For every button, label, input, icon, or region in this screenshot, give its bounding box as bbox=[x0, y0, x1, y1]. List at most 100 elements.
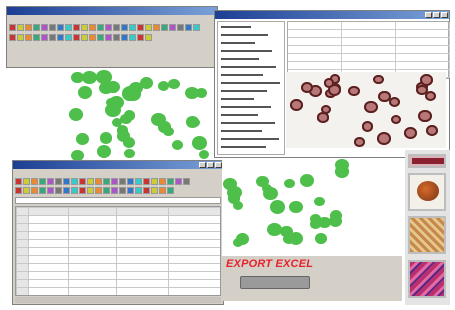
table-cell[interactable] bbox=[168, 247, 220, 256]
table-cell[interactable] bbox=[168, 215, 220, 224]
spreadsheet-grid[interactable] bbox=[15, 206, 221, 296]
tool-icon[interactable] bbox=[41, 34, 48, 41]
tool-icon[interactable] bbox=[159, 178, 166, 185]
table-cell[interactable] bbox=[116, 279, 169, 288]
table-cell[interactable] bbox=[168, 255, 220, 264]
table-cell[interactable] bbox=[116, 263, 169, 272]
table-cell[interactable] bbox=[68, 255, 117, 264]
minimize-button[interactable] bbox=[425, 12, 432, 18]
table-cell[interactable] bbox=[28, 287, 69, 295]
tool-icon[interactable] bbox=[143, 187, 150, 194]
tool-icon[interactable] bbox=[55, 178, 62, 185]
table-cell[interactable] bbox=[68, 231, 117, 240]
close-button[interactable] bbox=[441, 12, 448, 18]
tool-icon[interactable] bbox=[183, 178, 190, 185]
tool-icon[interactable] bbox=[143, 178, 150, 185]
tool-icon[interactable] bbox=[145, 34, 152, 41]
table-cell[interactable] bbox=[68, 223, 117, 232]
tool-icon[interactable] bbox=[31, 187, 38, 194]
tool-icon[interactable] bbox=[17, 24, 24, 31]
thumbnail-image[interactable] bbox=[408, 154, 446, 168]
tool-icon[interactable] bbox=[73, 24, 80, 31]
close-button[interactable] bbox=[215, 162, 222, 168]
table-cell[interactable] bbox=[168, 271, 220, 280]
table-cell[interactable] bbox=[28, 279, 69, 288]
tool-icon[interactable] bbox=[9, 24, 16, 31]
tool-icon[interactable] bbox=[81, 34, 88, 41]
tool-icon[interactable] bbox=[129, 24, 136, 31]
tool-icon[interactable] bbox=[25, 34, 32, 41]
table-cell[interactable] bbox=[28, 271, 69, 280]
tool-icon[interactable] bbox=[151, 178, 158, 185]
tool-icon[interactable] bbox=[79, 178, 86, 185]
tool-icon[interactable] bbox=[167, 178, 174, 185]
tool-icon[interactable] bbox=[111, 178, 118, 185]
tool-icon[interactable] bbox=[15, 187, 22, 194]
table-cell[interactable] bbox=[68, 239, 117, 248]
formula-bar[interactable] bbox=[15, 197, 221, 204]
tool-icon[interactable] bbox=[47, 187, 54, 194]
tool-icon[interactable] bbox=[49, 34, 56, 41]
row-header[interactable] bbox=[16, 231, 29, 240]
tool-icon[interactable] bbox=[167, 187, 174, 194]
table-cell[interactable] bbox=[68, 247, 117, 256]
table-cell[interactable] bbox=[168, 263, 220, 272]
column-header[interactable] bbox=[28, 207, 69, 216]
table-cell[interactable] bbox=[116, 223, 169, 232]
export-button[interactable] bbox=[240, 276, 310, 289]
tool-icon[interactable] bbox=[41, 24, 48, 31]
tool-icon[interactable] bbox=[73, 34, 80, 41]
tool-icon[interactable] bbox=[71, 187, 78, 194]
tool-icon[interactable] bbox=[137, 24, 144, 31]
tool-icon[interactable] bbox=[151, 187, 158, 194]
tool-icon[interactable] bbox=[121, 24, 128, 31]
table-cell[interactable] bbox=[28, 223, 69, 232]
tool-icon[interactable] bbox=[15, 178, 22, 185]
tool-icon[interactable] bbox=[39, 187, 46, 194]
tool-icon[interactable] bbox=[89, 34, 96, 41]
tool-icon[interactable] bbox=[119, 178, 126, 185]
row-header[interactable] bbox=[16, 287, 29, 295]
table-cell[interactable] bbox=[116, 215, 169, 224]
tool-icon[interactable] bbox=[95, 178, 102, 185]
tool-icon[interactable] bbox=[47, 178, 54, 185]
tool-icon[interactable] bbox=[87, 178, 94, 185]
tool-icon[interactable] bbox=[79, 187, 86, 194]
tool-icon[interactable] bbox=[161, 24, 168, 31]
tool-icon[interactable] bbox=[135, 178, 142, 185]
tool-icon[interactable] bbox=[159, 187, 166, 194]
table-cell[interactable] bbox=[28, 247, 69, 256]
maximize-button[interactable] bbox=[433, 12, 440, 18]
table-cell[interactable] bbox=[28, 263, 69, 272]
table-cell[interactable] bbox=[116, 287, 169, 295]
tool-icon[interactable] bbox=[9, 34, 16, 41]
sheet-tabs-bar[interactable] bbox=[15, 297, 221, 303]
column-header[interactable] bbox=[116, 207, 169, 216]
column-header[interactable] bbox=[168, 207, 220, 216]
tool-icon[interactable] bbox=[63, 187, 70, 194]
tool-icon[interactable] bbox=[185, 24, 192, 31]
table-cell[interactable] bbox=[68, 263, 117, 272]
tool-icon[interactable] bbox=[105, 34, 112, 41]
tool-icon[interactable] bbox=[65, 24, 72, 31]
tool-icon[interactable] bbox=[175, 178, 182, 185]
table-cell[interactable] bbox=[168, 279, 220, 288]
tool-icon[interactable] bbox=[31, 178, 38, 185]
table-cell[interactable] bbox=[116, 271, 169, 280]
tool-icon[interactable] bbox=[39, 178, 46, 185]
minimize-button[interactable] bbox=[199, 162, 206, 168]
row-header[interactable] bbox=[16, 247, 29, 256]
table-cell[interactable] bbox=[168, 287, 220, 295]
tool-icon[interactable] bbox=[89, 24, 96, 31]
tool-icon[interactable] bbox=[121, 34, 128, 41]
table-cell[interactable] bbox=[28, 215, 69, 224]
tool-icon[interactable] bbox=[71, 178, 78, 185]
table-cell[interactable] bbox=[28, 255, 69, 264]
tool-icon[interactable] bbox=[81, 24, 88, 31]
tool-icon[interactable] bbox=[33, 34, 40, 41]
maximize-button[interactable] bbox=[207, 162, 214, 168]
tool-icon[interactable] bbox=[113, 24, 120, 31]
table-cell[interactable] bbox=[168, 231, 220, 240]
row-header[interactable] bbox=[16, 215, 29, 224]
tool-icon[interactable] bbox=[169, 24, 176, 31]
